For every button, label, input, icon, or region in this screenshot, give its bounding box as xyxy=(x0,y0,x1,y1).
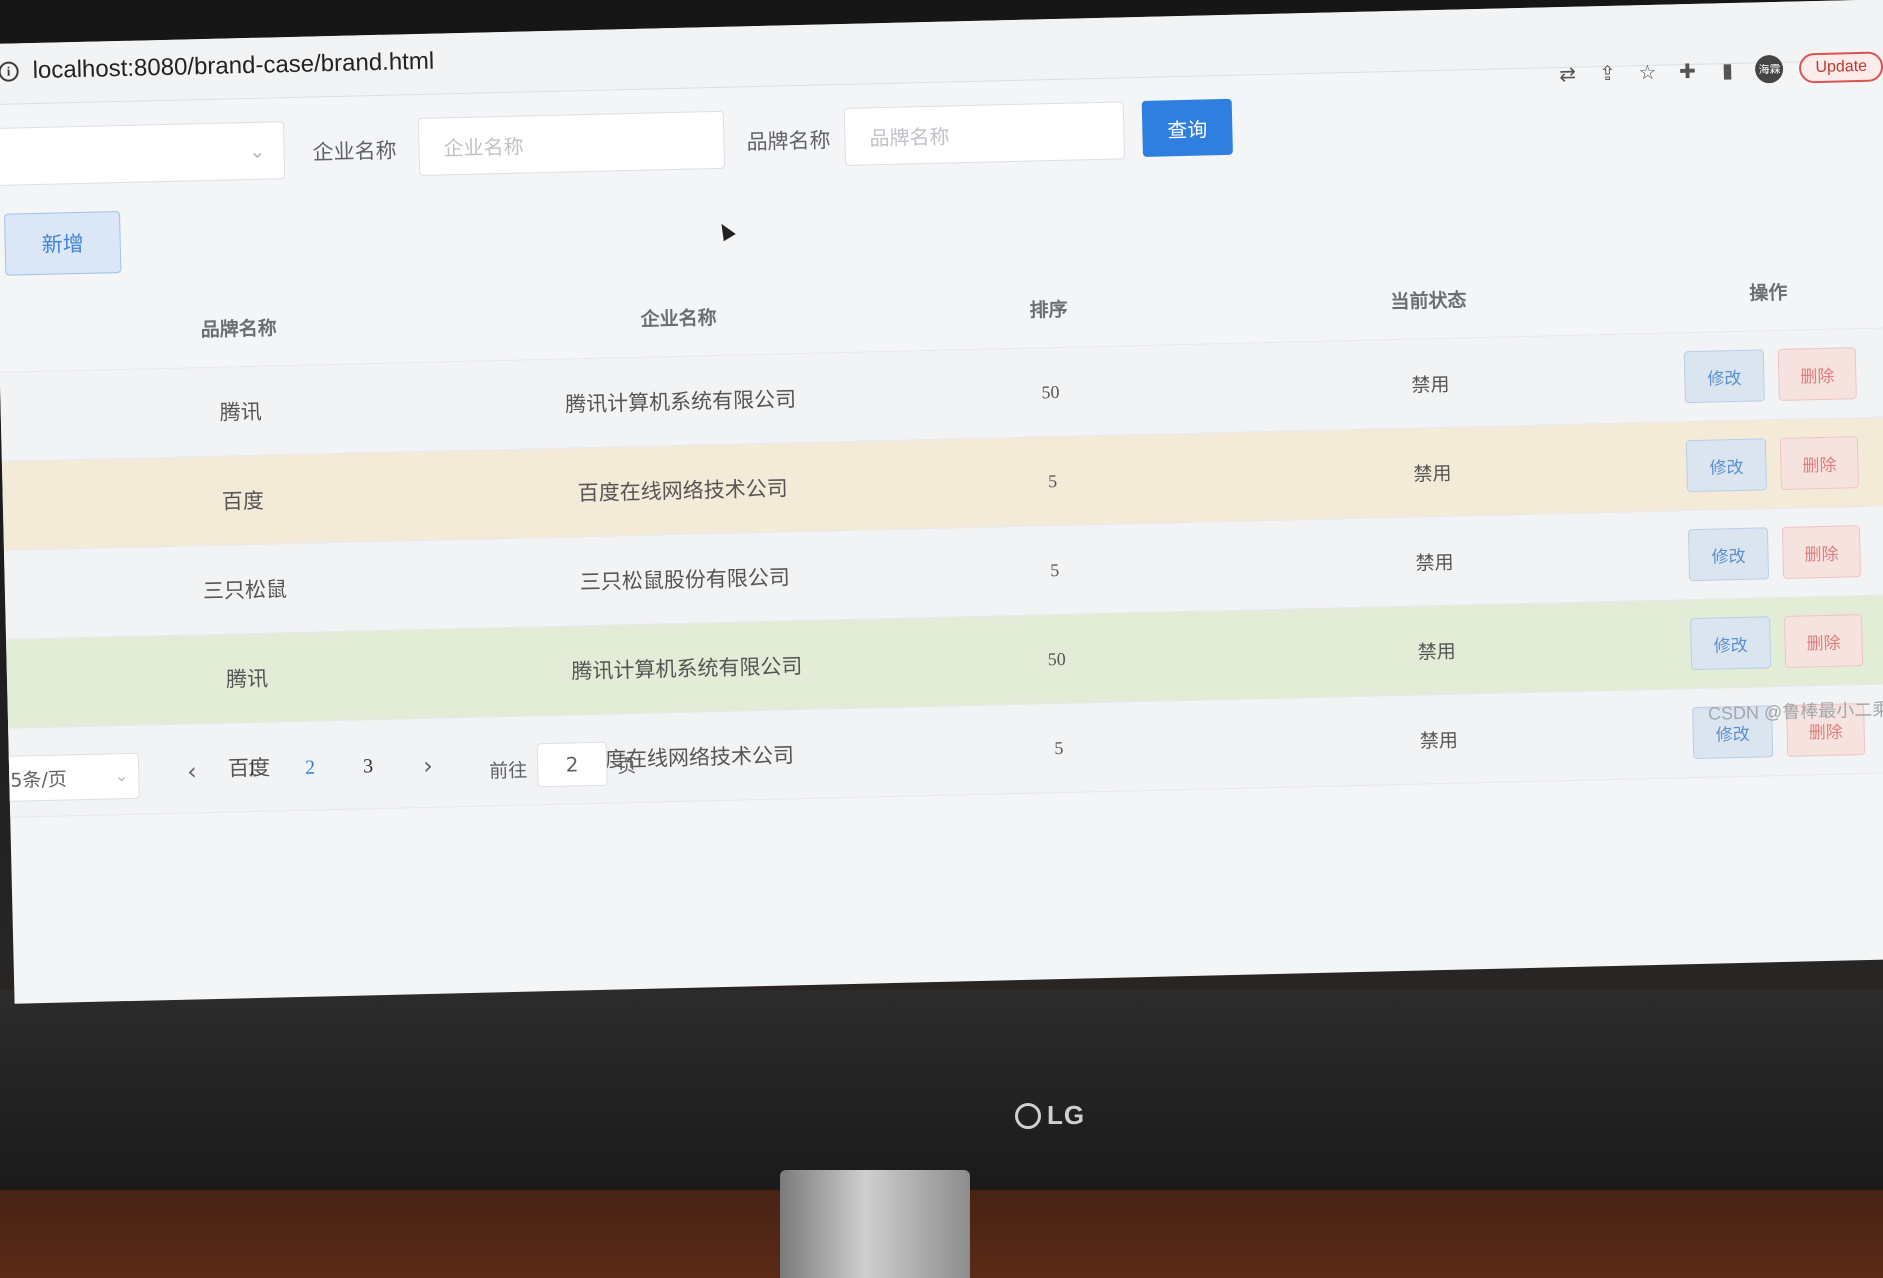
edit-button[interactable]: 修改 xyxy=(1685,438,1768,493)
page-2[interactable]: 2 xyxy=(305,757,316,780)
translate-icon[interactable]: ⇄ xyxy=(1555,62,1580,87)
row-actions: 修改 删除 xyxy=(1641,417,1883,511)
cell-order: 5 xyxy=(1047,470,1058,491)
cell-order: 50 xyxy=(1047,648,1067,669)
edit-button[interactable]: 修改 xyxy=(1687,527,1770,582)
url-text[interactable]: localhost:8080/brand-case/brand.html xyxy=(32,48,434,85)
company-name-label: 企业名称 xyxy=(312,138,397,165)
next-page-icon[interactable]: › xyxy=(423,752,433,780)
header-order: 排序 xyxy=(1029,298,1068,322)
cell-brand-name: 腾讯 xyxy=(225,666,269,692)
add-button[interactable]: 新增 xyxy=(4,211,122,276)
share-icon[interactable]: ⇪ xyxy=(1595,61,1620,86)
cell-status: 禁用 xyxy=(1415,551,1454,575)
cell-company-name: 百度在线网络技术公司 xyxy=(577,476,788,506)
mouse-cursor-icon xyxy=(715,220,736,242)
cell-company-name: 腾讯计算机系统有限公司 xyxy=(571,654,803,684)
delete-button[interactable]: 删除 xyxy=(1777,347,1857,401)
cell-brand-name: 三只松鼠 xyxy=(202,577,288,604)
header-company-name: 企业名称 xyxy=(640,306,717,331)
row-actions: 修改 删除 xyxy=(1639,328,1883,422)
monitor-logo-text: LG xyxy=(1047,1100,1086,1130)
cell-order: 5 xyxy=(1054,737,1064,758)
company-name-input[interactable]: 企业名称 xyxy=(417,110,726,176)
header-status: 当前状态 xyxy=(1390,288,1467,313)
goto-page-input[interactable]: 2 xyxy=(536,741,608,788)
watermark: CSDN @鲁棒最小二乘支 xyxy=(1707,699,1883,724)
delete-button[interactable]: 删除 xyxy=(1783,614,1864,668)
prev-page-icon[interactable]: ‹ xyxy=(187,757,197,785)
page-size-value: 5条/页 xyxy=(10,767,68,792)
header-action: 操作 xyxy=(1749,281,1788,305)
edit-button[interactable]: 修改 xyxy=(1683,349,1765,404)
delete-button[interactable]: 删除 xyxy=(1781,525,1862,579)
status-select[interactable]: ⌄ xyxy=(0,121,286,187)
browser-toolbar: ⇄ ⇪ ☆ ✚ ▮ 海霖 Update xyxy=(1555,51,1883,89)
site-info-icon[interactable]: i xyxy=(0,61,19,82)
update-button[interactable]: Update xyxy=(1799,51,1883,84)
lg-logo-icon xyxy=(1015,1102,1041,1129)
goto-suffix: 页 xyxy=(616,755,637,778)
brand-name-input[interactable]: 品牌名称 xyxy=(843,101,1126,166)
cell-company-name: 三只松鼠股份有限公司 xyxy=(579,565,791,595)
page-size-select[interactable]: 5条/页 ⌄ xyxy=(0,752,140,803)
browser-screen: i localhost:8080/brand-case/brand.html ⇄… xyxy=(0,0,1883,1004)
cell-brand-name: 百度 xyxy=(221,488,265,514)
delete-button[interactable]: 删除 xyxy=(1779,436,1859,490)
cell-status: 禁用 xyxy=(1417,640,1456,664)
chevron-down-icon: ⌄ xyxy=(248,138,266,163)
page-1[interactable]: 1 xyxy=(247,758,258,781)
cell-brand-name: 腾讯 xyxy=(219,399,263,425)
cell-order: 5 xyxy=(1049,559,1060,580)
chevron-down-icon: ⌄ xyxy=(114,765,129,786)
brand-table: 品牌名称 企业名称 排序 当前状态 操作 腾讯 腾讯计算机系统有限公司 50 禁… xyxy=(0,248,1883,818)
goto-label: 前往 xyxy=(489,759,528,783)
extensions-puzzle-icon[interactable]: ✚ xyxy=(1675,59,1700,84)
monitor-bezel xyxy=(0,990,1883,1190)
search-form: ⌄ 企业名称 企业名称 品牌名称 品牌名称 查询 xyxy=(0,97,1295,188)
header-brand-name: 品牌名称 xyxy=(200,316,278,341)
monitor-logo: LG xyxy=(1015,1100,1085,1131)
cell-status: 禁用 xyxy=(1413,462,1452,486)
cell-status: 禁用 xyxy=(1419,729,1459,753)
side-panel-icon[interactable]: ▮ xyxy=(1715,58,1740,83)
query-button[interactable]: 查询 xyxy=(1141,98,1233,157)
cell-status: 禁用 xyxy=(1411,373,1450,397)
row-actions: 修改 删除 xyxy=(1643,506,1883,600)
profile-avatar[interactable]: 海霖 xyxy=(1755,54,1784,84)
cell-company-name: 腾讯计算机系统有限公司 xyxy=(564,387,797,417)
monitor-stand xyxy=(780,1170,970,1278)
bookmark-star-icon[interactable]: ☆ xyxy=(1635,60,1660,85)
edit-button[interactable]: 修改 xyxy=(1689,616,1772,671)
cell-order: 50 xyxy=(1041,381,1060,402)
brand-name-label: 品牌名称 xyxy=(746,128,831,155)
row-actions: 修改 删除 xyxy=(1646,595,1883,689)
page-3[interactable]: 3 xyxy=(363,755,374,778)
